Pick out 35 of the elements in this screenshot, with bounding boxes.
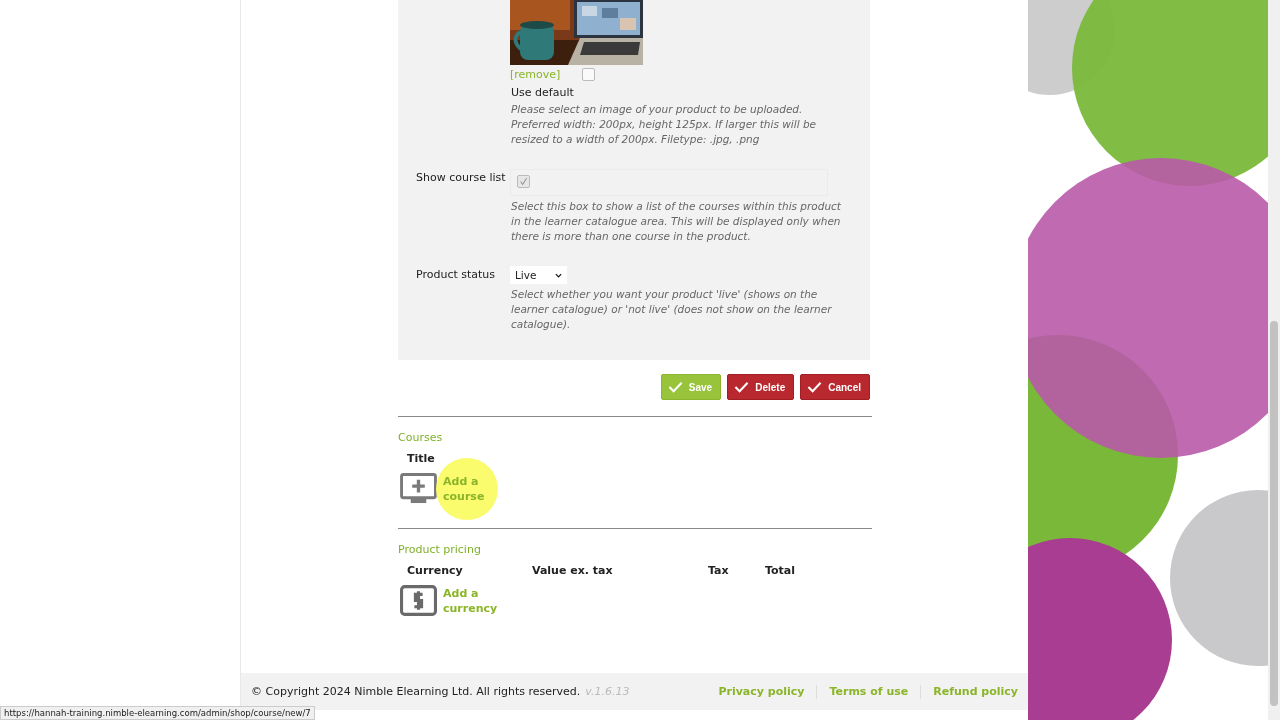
add-course-link[interactable]: Add a course (443, 473, 495, 504)
status-select[interactable]: Live (510, 266, 567, 284)
status-url: https://hannah-training.nimble-elearning.com/admin/shop/course/new/7 (0, 706, 315, 720)
dollar-icon[interactable] (400, 585, 437, 616)
section-heading: Product pricing (398, 543, 482, 556)
scrollbar[interactable] (1268, 0, 1280, 720)
footer-link[interactable]: Privacy policy (718, 685, 805, 698)
check-icon (807, 381, 823, 393)
column-header: Total (765, 564, 797, 577)
chevron-down-icon (555, 272, 562, 278)
help-text: Please select an image of your product to be uploaded. Preferred width: 200px, height 125px. If larger this will be resized to a width of 200px. Filetype: .jpg, .png (511, 102, 818, 147)
column-header: Currency (407, 564, 464, 577)
use-default-label: Use default (511, 86, 575, 99)
help-text: Select this box to show a list of the courses within this product in the learner catalogue area. This will be displayed only when there is more than one course in the product. (511, 199, 841, 244)
column-header: Title (407, 452, 436, 465)
section-heading: Courses (398, 431, 444, 444)
field-label: Show course list (416, 171, 506, 184)
action-button[interactable]: Cancel (800, 374, 870, 400)
copyright-text: © Copyright 2024 Nimble Elearning Ltd. All rights reserved. (251, 685, 581, 698)
checkbox[interactable] (517, 175, 530, 188)
field-label: Product status (416, 268, 496, 281)
action-button[interactable]: Delete (727, 374, 795, 400)
footer-link[interactable]: Refund policy (933, 685, 1018, 698)
help-text: Select whether you want your product 'live' (shows on the learner catalogue) or 'not live' (does not show on the learner catalogue). (511, 287, 833, 332)
column-header: Tax (708, 564, 730, 577)
add-currency-link[interactable]: Add a currency (443, 585, 495, 616)
use-default-checkbox[interactable] (582, 68, 596, 81)
check-icon (734, 381, 750, 393)
remove-link[interactable]: [remove] (510, 68, 561, 81)
monitor-plus-icon[interactable] (400, 473, 437, 504)
footer-link[interactable]: Terms of use (829, 685, 909, 698)
column-header: Value ex. tax (532, 564, 614, 577)
check-icon (667, 381, 683, 393)
check-icon (518, 176, 529, 187)
action-button[interactable]: Save (660, 374, 722, 400)
